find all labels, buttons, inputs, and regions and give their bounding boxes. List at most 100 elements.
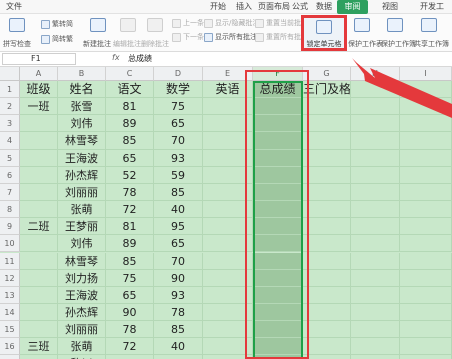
row-header[interactable]: 13 — [0, 286, 20, 304]
cell-d6[interactable]: 59 — [154, 166, 203, 184]
cell-b6[interactable]: 孙杰辉 — [58, 166, 106, 184]
column-header-d[interactable]: D — [154, 67, 203, 81]
cell-g4[interactable] — [303, 132, 351, 150]
cell-b16[interactable]: 张萌 — [58, 338, 106, 356]
cell-h15[interactable] — [351, 321, 400, 339]
cell-b5[interactable]: 王海波 — [58, 149, 106, 167]
cell-e4[interactable] — [203, 132, 253, 150]
cell-c13[interactable]: 65 — [106, 286, 154, 304]
cell-i2[interactable] — [400, 98, 452, 116]
row-header[interactable]: 17 — [0, 355, 20, 359]
reset-all-shapes-button[interactable]: 重置所有批 — [255, 32, 301, 42]
tab-developer[interactable]: 开发工 — [420, 1, 444, 12]
cell-i4[interactable] — [400, 132, 452, 150]
cell-i14[interactable] — [400, 303, 452, 322]
cell-f11[interactable] — [253, 252, 303, 270]
cell-c2[interactable]: 81 — [106, 98, 154, 116]
row-header[interactable]: 9 — [0, 218, 20, 236]
cell-h17[interactable] — [351, 355, 400, 359]
cell-e6[interactable] — [203, 166, 253, 184]
show-all-comments-button[interactable]: 显示所有批注 — [204, 32, 257, 42]
cell-a8[interactable] — [20, 201, 58, 219]
cell-c15[interactable]: 78 — [106, 321, 154, 339]
cell-i8[interactable] — [400, 201, 452, 219]
cell-e9[interactable] — [203, 218, 253, 236]
row-header[interactable]: 5 — [0, 149, 20, 167]
cell-d15[interactable]: 85 — [154, 321, 203, 339]
cell-f3[interactable] — [253, 115, 303, 133]
cell-f5[interactable] — [253, 149, 303, 167]
cell-a17[interactable] — [20, 355, 58, 359]
row-header[interactable]: 4 — [0, 132, 20, 150]
cell-g14[interactable] — [303, 303, 351, 322]
column-header-c[interactable]: C — [106, 67, 154, 81]
cell-h8[interactable] — [351, 201, 400, 219]
cell-f1[interactable]: 总成绩 — [253, 81, 303, 99]
cell-e3[interactable] — [203, 115, 253, 133]
cell-i7[interactable] — [400, 183, 452, 202]
cell-f7[interactable] — [253, 183, 303, 202]
cell-e8[interactable] — [203, 201, 253, 219]
column-header-a[interactable]: A — [20, 67, 58, 81]
cell-d16[interactable]: 40 — [154, 338, 203, 356]
menu-file[interactable]: 文件 — [6, 1, 22, 12]
cell-g2[interactable] — [303, 98, 351, 116]
cell-d10[interactable]: 65 — [154, 235, 203, 253]
cell-c4[interactable]: 85 — [106, 132, 154, 150]
cell-h16[interactable] — [351, 338, 400, 356]
cell-d7[interactable]: 85 — [154, 183, 203, 202]
row-header[interactable]: 7 — [0, 183, 20, 202]
next-comment-button[interactable]: 下一条 — [172, 32, 204, 42]
cell-b8[interactable]: 张萌 — [58, 201, 106, 219]
cell-e16[interactable] — [203, 338, 253, 356]
tab-formulas[interactable]: 公式 — [292, 1, 308, 12]
tab-view[interactable]: 视图 — [382, 1, 398, 12]
cell-b17[interactable]: 黎川 — [58, 355, 106, 359]
cell-b3[interactable]: 刘伟 — [58, 115, 106, 133]
select-all-corner[interactable] — [0, 67, 20, 81]
cell-f16[interactable] — [253, 338, 303, 356]
cell-f17[interactable] — [253, 355, 303, 359]
delete-comment-button[interactable]: 删除批注 — [141, 39, 169, 49]
cell-a1[interactable]: 班级 — [20, 81, 58, 99]
cell-a10[interactable] — [20, 235, 58, 253]
cell-c14[interactable]: 90 — [106, 303, 154, 322]
spreadsheet-grid[interactable]: A B C D E F G H I 1 班级 姓名 语文 数学 英语 总成绩 三门及格 2 一班 张雪 81 75 3 刘伟 8… — [0, 67, 452, 359]
cell-c1[interactable]: 语文 — [106, 81, 154, 99]
cell-d9[interactable]: 95 — [154, 218, 203, 236]
cell-b4[interactable]: 林雪琴 — [58, 132, 106, 150]
cell-i1[interactable] — [400, 81, 452, 99]
cell-b7[interactable]: 刘丽丽 — [58, 183, 106, 202]
trad-to-simp-button[interactable]: 繁转简 — [41, 19, 73, 29]
cell-d13[interactable]: 93 — [154, 286, 203, 304]
cell-c3[interactable]: 89 — [106, 115, 154, 133]
cell-g8[interactable] — [303, 201, 351, 219]
cell-h10[interactable] — [351, 235, 400, 253]
name-box[interactable]: F1 — [2, 53, 76, 65]
cell-g1[interactable]: 三门及格 — [303, 81, 351, 99]
cell-g10[interactable] — [303, 235, 351, 253]
cell-a3[interactable] — [20, 115, 58, 133]
cell-c17[interactable]: 90 — [106, 355, 154, 359]
cell-d17[interactable]: 65 — [154, 355, 203, 359]
cell-e11[interactable] — [203, 252, 253, 270]
cell-e15[interactable] — [203, 321, 253, 339]
tab-home[interactable]: 开始 — [210, 1, 226, 12]
show-hide-comment-button[interactable]: 显示/隐藏批注 — [204, 18, 259, 28]
cell-g17[interactable] — [303, 355, 351, 359]
cell-b15[interactable]: 刘丽丽 — [58, 321, 106, 339]
tab-page-layout[interactable]: 页面布局 — [258, 1, 290, 12]
cell-e7[interactable] — [203, 183, 253, 202]
cell-f6[interactable] — [253, 166, 303, 184]
cell-i3[interactable] — [400, 115, 452, 133]
cell-e13[interactable] — [203, 286, 253, 304]
cell-i10[interactable] — [400, 235, 452, 253]
cell-e2[interactable] — [203, 98, 253, 116]
row-header[interactable]: 8 — [0, 201, 20, 219]
cell-h4[interactable] — [351, 132, 400, 150]
row-header[interactable]: 12 — [0, 269, 20, 287]
cell-i6[interactable] — [400, 166, 452, 184]
cell-b11[interactable]: 林雪琴 — [58, 252, 106, 270]
cell-b10[interactable]: 刘伟 — [58, 235, 106, 253]
cell-a9[interactable]: 二班 — [20, 218, 58, 236]
